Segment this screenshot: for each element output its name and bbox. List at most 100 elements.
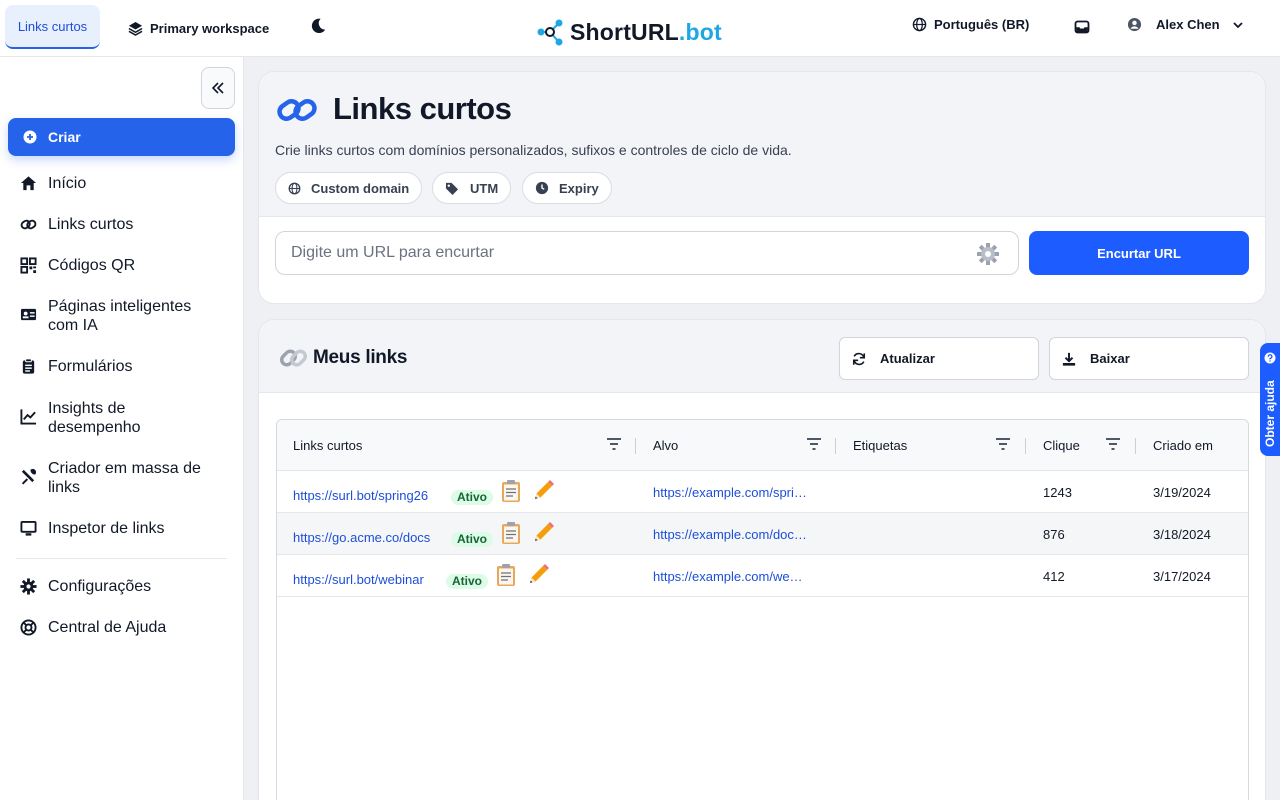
layers-icon xyxy=(128,21,143,36)
short-link[interactable]: https://surl.bot/webinar xyxy=(293,572,424,587)
gear-icon[interactable] xyxy=(976,242,1000,266)
clipboard-icon[interactable] xyxy=(494,563,518,587)
clicks-cell: 876 xyxy=(1043,527,1065,542)
column-divider[interactable] xyxy=(1025,438,1026,454)
logo[interactable]: ShortURL.bot xyxy=(536,14,722,50)
column-divider[interactable] xyxy=(835,438,836,454)
logo-mark-icon xyxy=(537,19,563,46)
sidebar-item-link-inspector[interactable]: Inspetor de links xyxy=(20,519,165,538)
target-link[interactable]: https://example.com/doc… xyxy=(653,527,807,542)
sidebar-item-insights[interactable]: Insights de desempenho xyxy=(20,399,220,437)
clipboard-icon[interactable] xyxy=(499,521,523,545)
column-header-clicks[interactable]: Clique xyxy=(1043,420,1080,471)
column-header-created[interactable]: Criado em xyxy=(1153,420,1213,471)
shorten-url-button[interactable]: Encurtar URL xyxy=(1029,231,1249,275)
my-links-label: Meus links xyxy=(313,347,408,368)
target-link[interactable]: https://example.com/we… xyxy=(653,569,803,584)
sidebar: Criar Início Links curtos Códigos QR Pág… xyxy=(0,57,244,800)
sidebar-item-ai-pages[interactable]: Páginas inteligentes com IA xyxy=(20,297,220,335)
status-badge: Ativo xyxy=(451,490,493,505)
create-button[interactable]: Criar xyxy=(8,118,235,156)
tools-icon xyxy=(21,468,37,485)
column-header-target[interactable]: Alvo xyxy=(653,420,678,471)
filter-icon[interactable] xyxy=(1106,438,1120,450)
refresh-icon xyxy=(852,352,866,365)
my-links-panel: Meus links Atualizar Baixar Links curtos… xyxy=(258,319,1266,800)
monitor-icon xyxy=(20,520,37,536)
chip-label: UTM xyxy=(470,180,499,196)
sidebar-item-label: Criador em massa de links xyxy=(48,460,201,496)
chart-line-icon xyxy=(20,409,37,425)
sidebar-item-label: Inspetor de links xyxy=(48,520,165,537)
chip-expiry[interactable]: Expiry xyxy=(522,172,612,204)
pencil-icon[interactable] xyxy=(532,478,556,502)
moon-icon[interactable] xyxy=(309,17,327,35)
url-input[interactable]: Digite um URL para encurtar xyxy=(275,231,1019,275)
link-icon xyxy=(277,99,317,121)
user-avatar-icon xyxy=(1127,17,1142,32)
panel-header: Links curtos Crie links curtos com domín… xyxy=(259,72,1265,217)
sidebar-item-label: Central de Ajuda xyxy=(48,619,167,636)
column-header-short-links[interactable]: Links curtos xyxy=(293,420,362,471)
sidebar-item-forms[interactable]: Formulários xyxy=(20,357,132,376)
qr-icon xyxy=(20,257,37,274)
target-link[interactable]: https://example.com/spri… xyxy=(653,485,807,500)
workspace-selector[interactable]: Primary workspace xyxy=(128,17,269,39)
clipboard-icon xyxy=(22,358,35,374)
column-header-tags[interactable]: Etiquetas xyxy=(853,420,907,471)
gear-icon xyxy=(20,578,37,595)
chevron-down-icon xyxy=(1232,21,1243,28)
filter-icon[interactable] xyxy=(807,438,821,450)
globe-icon xyxy=(912,17,927,32)
sidebar-item-label: Configurações xyxy=(48,578,152,595)
clicks-cell: 1243 xyxy=(1043,485,1072,500)
tags-icon xyxy=(446,182,459,195)
sidebar-item-home[interactable]: Início xyxy=(20,174,86,193)
top-bar: Links curtos Primary workspace ShortURL.… xyxy=(0,0,1280,57)
status-badge: Ativo xyxy=(451,532,493,547)
chip-utm[interactable]: UTM xyxy=(432,172,512,204)
sidebar-item-settings[interactable]: Configurações xyxy=(20,577,151,596)
status-badge: Ativo xyxy=(446,574,488,589)
table-row[interactable]: https://surl.bot/webinar Ativo https://e… xyxy=(277,555,1248,597)
my-links-title: Meus links xyxy=(279,344,407,372)
short-link[interactable]: https://go.acme.co/docs xyxy=(293,530,430,545)
filter-icon[interactable] xyxy=(996,438,1010,450)
short-link[interactable]: https://surl.bot/spring26 xyxy=(293,488,428,503)
column-divider[interactable] xyxy=(635,438,636,454)
link-emoji-icon xyxy=(279,349,308,367)
inbox-icon[interactable] xyxy=(1074,19,1090,35)
sidebar-item-qr-codes[interactable]: Códigos QR xyxy=(20,256,135,275)
table-row[interactable]: https://surl.bot/spring26 Ativo https://… xyxy=(277,471,1248,513)
user-menu[interactable]: Alex Chen xyxy=(1127,17,1244,32)
sidebar-item-help-center[interactable]: Central de Ajuda xyxy=(20,618,166,637)
create-label: Criar xyxy=(48,129,81,145)
double-chevron-left-icon xyxy=(211,82,224,94)
created-cell: 3/17/2024 xyxy=(1153,569,1211,584)
filter-icon[interactable] xyxy=(607,438,621,450)
language-selector[interactable]: Português (BR) xyxy=(912,17,1029,32)
language-label: Português (BR) xyxy=(934,17,1030,32)
chip-label: Custom domain xyxy=(311,180,410,196)
tab-short-links[interactable]: Links curtos xyxy=(5,5,100,49)
link-icon xyxy=(20,219,37,230)
sidebar-item-short-links[interactable]: Links curtos xyxy=(20,215,133,234)
shorten-panel: Links curtos Crie links curtos com domín… xyxy=(258,71,1266,304)
page-subtitle: Crie links curtos com domínios personali… xyxy=(275,142,792,158)
collapse-sidebar-button[interactable] xyxy=(201,67,235,109)
panel-header: Meus links Atualizar Baixar xyxy=(259,320,1265,393)
refresh-label: Atualizar xyxy=(880,351,935,366)
url-input-placeholder: Digite um URL para encurtar xyxy=(291,244,495,261)
workspace-label: Primary workspace xyxy=(150,20,270,36)
pencil-icon[interactable] xyxy=(527,562,551,586)
clipboard-icon[interactable] xyxy=(499,479,523,503)
table-row[interactable]: https://go.acme.co/docs Ativo https://ex… xyxy=(277,513,1248,555)
sidebar-item-label: Início xyxy=(48,175,87,192)
refresh-button[interactable]: Atualizar xyxy=(839,337,1039,380)
column-divider[interactable] xyxy=(1135,438,1136,454)
sidebar-item-bulk-creator[interactable]: Criador em massa de links xyxy=(20,459,220,497)
download-button[interactable]: Baixar xyxy=(1049,337,1249,380)
get-help-tab[interactable]: Obter ajuda xyxy=(1260,343,1280,456)
pencil-icon[interactable] xyxy=(532,520,556,544)
chip-custom-domain[interactable]: Custom domain xyxy=(275,172,423,204)
